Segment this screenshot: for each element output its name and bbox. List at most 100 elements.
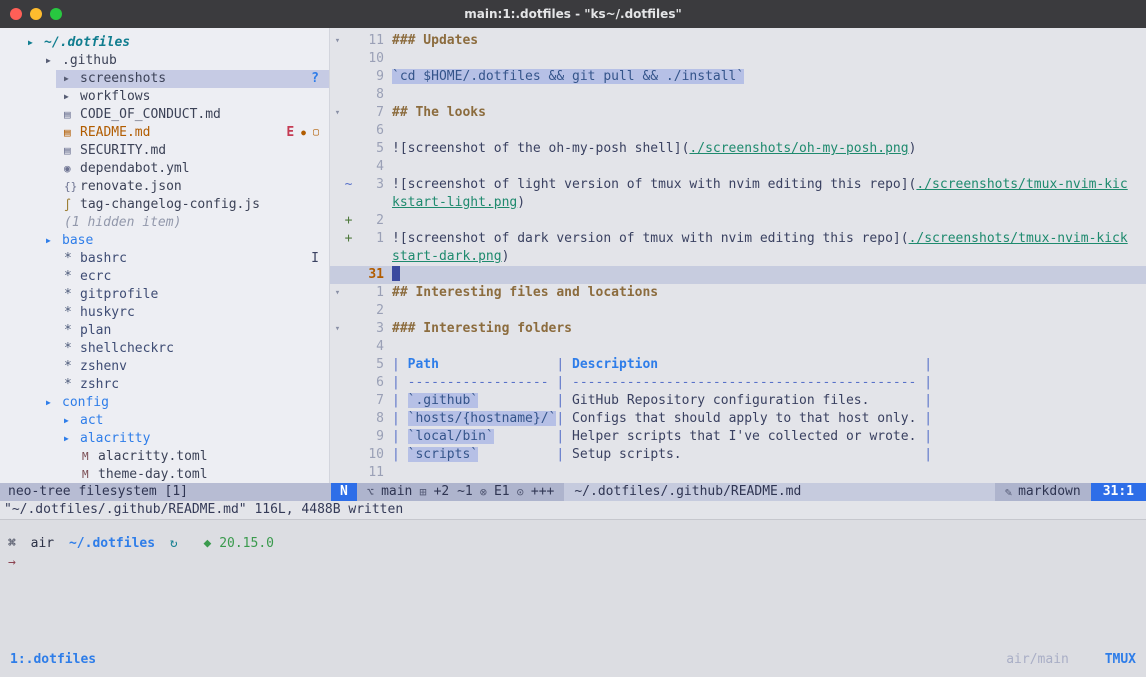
text-segment: Path xyxy=(408,357,439,372)
tree-item-screenshots[interactable]: ▶screenshots? xyxy=(0,70,329,88)
line-number: 3 xyxy=(354,176,384,194)
zoom-button[interactable] xyxy=(50,8,62,20)
fold-column xyxy=(330,356,343,374)
tree-item-readme-md[interactable]: ▤README.mdE●▢ xyxy=(0,124,329,142)
editor-line[interactable]: 7| `.github` | GitHub Repository configu… xyxy=(330,392,1146,410)
tree-item-label: act xyxy=(80,412,103,430)
tree-item-dependabot-yml[interactable]: ◉dependabot.yml xyxy=(0,160,329,178)
editor-line[interactable]: 8 xyxy=(330,86,1146,104)
tree-item-label: huskyrc xyxy=(80,304,135,322)
editor-line[interactable]: ▾7## The looks xyxy=(330,104,1146,122)
tree-item-huskyrc[interactable]: *huskyrc xyxy=(0,304,329,322)
shell-pane[interactable]: ⌘ air ~/.dotfiles ↻ ◆ 20.15.0 → 1:.dotfi… xyxy=(0,519,1146,677)
text-segment: ) xyxy=(909,141,917,156)
tree-item-alacritty-toml[interactable]: Malacritty.toml xyxy=(0,448,329,466)
line-text: ![screenshot of light version of tmux wi… xyxy=(384,176,1146,194)
cursor-block xyxy=(392,266,400,281)
line-text xyxy=(384,212,1146,230)
tmux-window-tab[interactable]: 1:.dotfiles xyxy=(10,652,96,667)
minimize-button[interactable] xyxy=(30,8,42,20)
prompt-arrow: → xyxy=(8,555,1146,570)
sign-column xyxy=(343,410,354,428)
editor-line[interactable]: 31 xyxy=(330,266,1146,284)
line-number: 4 xyxy=(354,158,384,176)
editor-line[interactable]: 2 xyxy=(330,302,1146,320)
tree-item-zshenv[interactable]: *zshenv xyxy=(0,358,329,376)
editor-line[interactable]: 9| `local/bin` | Helper scripts that I'v… xyxy=(330,428,1146,446)
line-number: 7 xyxy=(354,392,384,410)
tree-item-security-md[interactable]: ▤SECURITY.md xyxy=(0,142,329,160)
tree-item-plan[interactable]: *plan xyxy=(0,322,329,340)
editor-line[interactable]: 8| `hosts/{hostname}/`| Configs that sho… xyxy=(330,410,1146,428)
fold-open-icon: ▾ xyxy=(330,284,343,302)
editor-line[interactable]: ~3![screenshot of light version of tmux … xyxy=(330,176,1146,194)
editor-line[interactable]: ▾11### Updates xyxy=(330,32,1146,50)
line-text: ![screenshot of the oh-my-posh shell](./… xyxy=(384,140,1146,158)
tree-item-base[interactable]: ▶base xyxy=(0,232,329,250)
tree-item-code-of-conduct-md[interactable]: ▤CODE_OF_CONDUCT.md xyxy=(0,106,329,124)
neo-tree-sidebar[interactable]: ▶~/.dotfiles▶.github▶screenshots?▶workfl… xyxy=(0,28,330,483)
sign-column xyxy=(343,266,354,284)
tree-item-config[interactable]: ▶config xyxy=(0,394,329,412)
line-number: 10 xyxy=(354,50,384,68)
sign-column xyxy=(343,284,354,302)
text-segment: `local/bin` xyxy=(408,429,494,444)
tree-item-1-hidden-item[interactable]: (1 hidden item) xyxy=(0,214,329,232)
editor-line[interactable]: +2 xyxy=(330,212,1146,230)
editor-line[interactable]: ▾1## Interesting files and locations xyxy=(330,284,1146,302)
flags-icon: ⊙ xyxy=(517,483,524,501)
tree-item-dotfiles[interactable]: ▶~/.dotfiles xyxy=(0,34,329,52)
apple-icon: ⌘ xyxy=(8,536,16,551)
tree-item-label: screenshots xyxy=(80,70,166,88)
tree-item-ecrc[interactable]: *ecrc xyxy=(0,268,329,286)
window-title: main:1:.dotfiles - "ks~/.dotfiles" xyxy=(0,0,1146,28)
tree-item-theme-day-toml[interactable]: Mtheme-day.toml xyxy=(0,466,329,483)
editor-line[interactable]: 6 xyxy=(330,122,1146,140)
editor-buffer[interactable]: ▾11### Updates109`cd $HOME/.dotfiles && … xyxy=(330,28,1146,483)
text-segment: | xyxy=(924,447,932,462)
tree-item-gitprofile[interactable]: *gitprofile xyxy=(0,286,329,304)
tree-item-workflows[interactable]: ▶workflows xyxy=(0,88,329,106)
text-segment: | xyxy=(924,429,932,444)
editor-line[interactable]: ▾3### Interesting folders xyxy=(330,320,1146,338)
editor-line[interactable]: 4 xyxy=(330,158,1146,176)
close-button[interactable] xyxy=(10,8,22,20)
line-number: 11 xyxy=(354,464,384,482)
editor-line[interactable]: 10 xyxy=(330,50,1146,68)
text-segment: | xyxy=(392,357,408,372)
tree-item-bashrc[interactable]: *bashrcI xyxy=(0,250,329,268)
text-segment: `hosts/{hostname}/` xyxy=(408,411,557,426)
tree-item-github[interactable]: ▶.github xyxy=(0,52,329,70)
titlebar: main:1:.dotfiles - "ks~/.dotfiles" xyxy=(0,0,1146,28)
editor-line[interactable]: 10| `scripts` | Setup scripts. | xyxy=(330,446,1146,464)
tree-item-zshrc[interactable]: *zshrc xyxy=(0,376,329,394)
editor-line[interactable]: 4 xyxy=(330,338,1146,356)
tree-item-renovate-json[interactable]: {}renovate.json xyxy=(0,178,329,196)
folder-icon: ▶ xyxy=(46,394,62,412)
tmux-session-label: air/main xyxy=(1006,652,1069,667)
folder-icon: ▶ xyxy=(46,232,62,250)
filetype-section: ✎ markdown xyxy=(995,483,1091,501)
text-segment: ## Interesting files and locations xyxy=(392,285,658,300)
editor-line[interactable]: kstart-light.png) xyxy=(330,194,1146,212)
tree-item-act[interactable]: ▶act xyxy=(0,412,329,430)
editor-line[interactable]: 11 xyxy=(330,464,1146,482)
tree-item-tag-changelog-config-js[interactable]: ∫tag-changelog-config.js xyxy=(0,196,329,214)
sign-column xyxy=(343,158,354,176)
editor-line[interactable]: 5![screenshot of the oh-my-posh shell](.… xyxy=(330,140,1146,158)
editor-line[interactable]: 9`cd $HOME/.dotfiles && git pull && ./in… xyxy=(330,68,1146,86)
editor-line[interactable]: 5| Path | Description | xyxy=(330,356,1146,374)
editor-line[interactable]: start-dark.png) xyxy=(330,248,1146,266)
text-segment xyxy=(439,357,556,372)
text-segment: | xyxy=(924,357,932,372)
text-segment: ./screenshots/tmux-nvim-kic xyxy=(916,177,1127,192)
fold-column xyxy=(330,392,343,410)
tree-item-alacritty[interactable]: ▶alacritty xyxy=(0,430,329,448)
fold-column xyxy=(330,266,343,284)
editor-line[interactable]: +1![screenshot of dark version of tmux w… xyxy=(330,230,1146,248)
diagnostics-icon: ⊗ xyxy=(480,483,487,501)
editor-line[interactable]: 6| ------------------ | ----------------… xyxy=(330,374,1146,392)
tree-item-shellcheckrc[interactable]: *shellcheckrc xyxy=(0,340,329,358)
sign-column xyxy=(343,464,354,482)
text-segment: Helper scripts that I've collected or wr… xyxy=(572,429,916,444)
